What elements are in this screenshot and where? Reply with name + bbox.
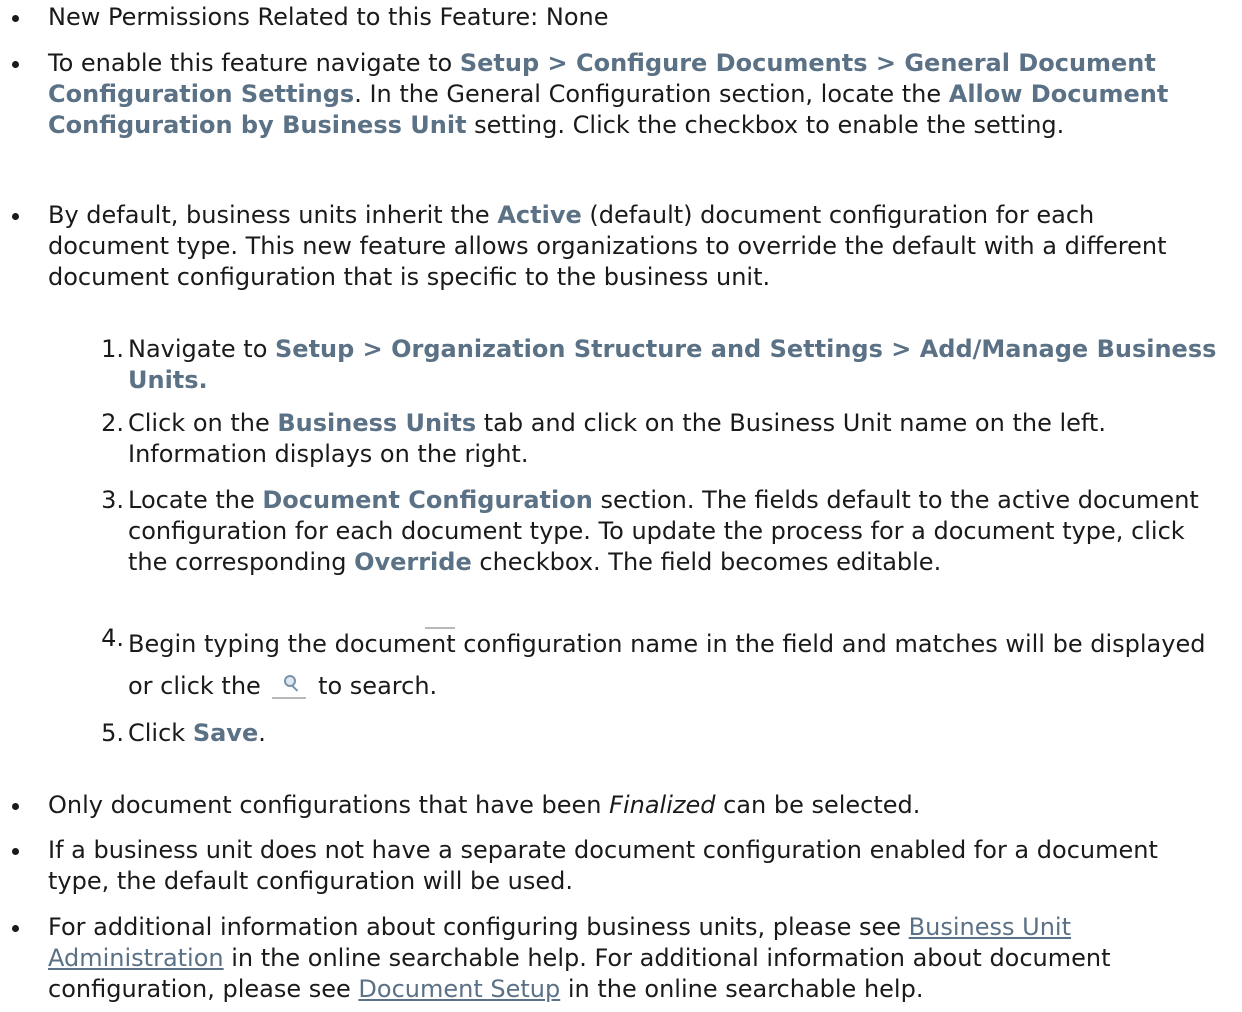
- text-run: .: [258, 719, 266, 747]
- step-text: Begin typing the document configuration …: [128, 623, 1218, 707]
- finalized-term: Finalized: [609, 791, 716, 819]
- step-number: 1.: [101, 335, 124, 363]
- default-used-text: If a business unit does not have a separ…: [48, 836, 1158, 895]
- bullet-text: By default, business units inherit the A…: [48, 200, 1220, 293]
- text-run: Only document configurations that have b…: [48, 791, 610, 819]
- step-text: Click Save.: [128, 718, 1218, 749]
- org-structure-path: Setup > Organization Structure and Setti…: [128, 335, 1217, 394]
- search-lens: [284, 675, 297, 687]
- business-units-tab-label: Business Units: [277, 409, 477, 437]
- active-label: Active: [497, 201, 582, 229]
- bullet-text: New Permissions Related to this Feature:…: [48, 2, 1220, 33]
- text-run: checkbox. The field becomes editable.: [471, 548, 942, 576]
- step-number: 5.: [101, 719, 124, 747]
- bullet-text: If a business unit does not have a separ…: [48, 835, 1220, 897]
- bullet-dot: [0, 835, 40, 869]
- document-page: New Permissions Related to this Feature:…: [0, 0, 1242, 1012]
- step-number: 4.: [101, 624, 124, 652]
- step-text: Locate the Document Configuration sectio…: [128, 485, 1218, 578]
- text-run: Navigate to: [128, 335, 275, 363]
- text-run: to search.: [310, 672, 438, 700]
- text-run: can be selected.: [715, 791, 921, 819]
- text-run: For additional information about configu…: [48, 913, 909, 941]
- bullet-text: To enable this feature navigate to Setup…: [48, 48, 1220, 141]
- bullet-text: Only document configurations that have b…: [48, 790, 1220, 821]
- document-configuration-label: Document Configuration: [262, 486, 593, 514]
- text-run: Click on the: [128, 409, 278, 437]
- bullet-dot: [0, 790, 40, 824]
- text-run: Locate the: [128, 486, 263, 514]
- step-number: 3.: [101, 486, 124, 514]
- text-run: in the online searchable help.: [560, 975, 924, 1003]
- text-run: . In the General Configuration section, …: [354, 80, 949, 108]
- bullet-dot: [0, 912, 40, 946]
- bullet-dot: [0, 2, 40, 36]
- text-run: Click: [128, 719, 193, 747]
- bullet-dot: [0, 200, 40, 234]
- step-text: Navigate to Setup > Organization Structu…: [128, 334, 1218, 396]
- step-text: Click on the Business Units tab and clic…: [128, 408, 1218, 470]
- search-handle: [292, 685, 299, 692]
- document-setup-link[interactable]: Document Setup: [358, 975, 560, 1003]
- permissions-text: New Permissions Related to this Feature:…: [48, 3, 609, 31]
- divider: [425, 627, 455, 629]
- search-underline: [272, 697, 307, 699]
- override-label: Override: [354, 548, 472, 576]
- save-label: Save: [192, 719, 259, 747]
- text-run: By default, business units inherit the: [48, 201, 498, 229]
- text-run: To enable this feature navigate to: [48, 49, 460, 77]
- text-run: setting. Click the checkbox to enable th…: [466, 111, 1065, 139]
- bullet-text: For additional information about configu…: [48, 912, 1220, 1005]
- search-icon: [272, 674, 307, 700]
- step-number: 2.: [101, 409, 124, 437]
- bullet-dot: [0, 48, 40, 82]
